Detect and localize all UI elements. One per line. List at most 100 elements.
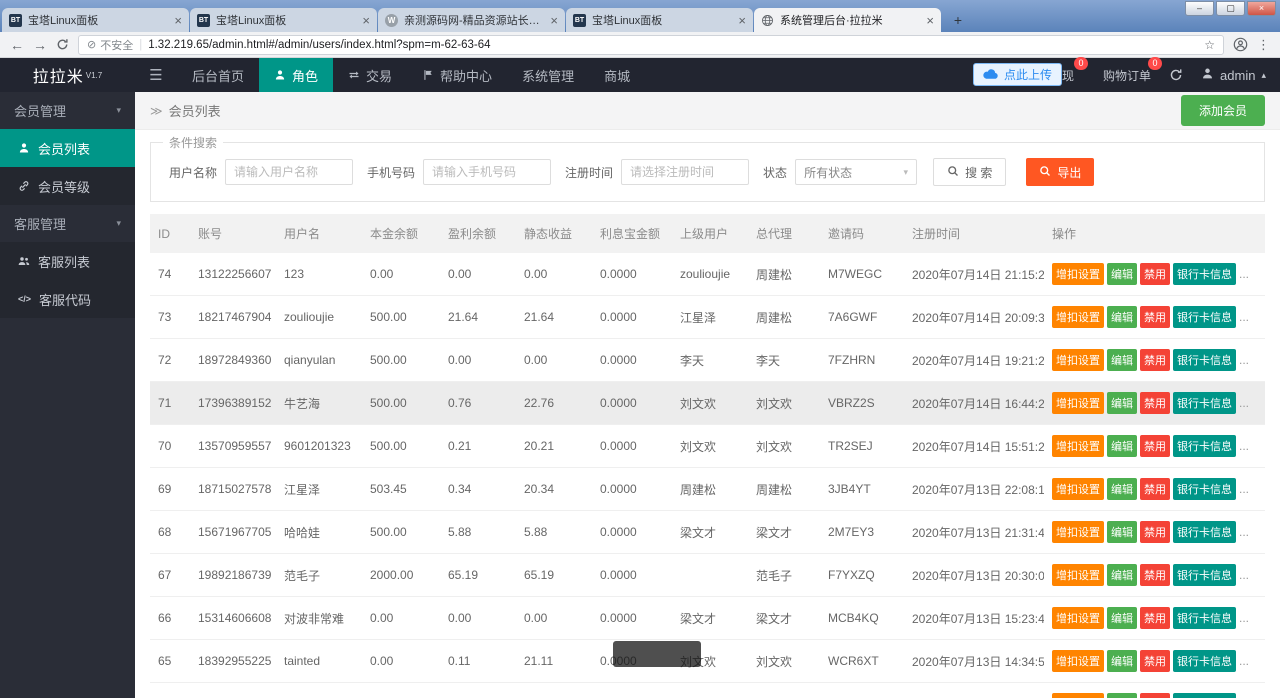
- adjust-balance-button[interactable]: 增扣设置: [1052, 478, 1104, 500]
- adjust-balance-button[interactable]: 增扣设置: [1052, 349, 1104, 371]
- sidebar-item[interactable]: 会员列表: [0, 129, 135, 167]
- disable-button[interactable]: 禁用: [1140, 607, 1170, 629]
- table-row[interactable]: 70135709595579601201323500.000.2120.210.…: [150, 425, 1265, 468]
- adjust-balance-button[interactable]: 增扣设置: [1052, 564, 1104, 586]
- table-row[interactable]: 6815671967705哈哈娃500.005.885.880.0000梁文才梁…: [150, 511, 1265, 554]
- bank-card-button[interactable]: 银行卡信息: [1173, 693, 1236, 698]
- disable-button[interactable]: 禁用: [1140, 435, 1170, 457]
- status-select[interactable]: 所有状态 ▾: [795, 159, 917, 185]
- edit-button[interactable]: 编辑: [1107, 607, 1137, 629]
- sidebar-item[interactable]: </>客服代码: [0, 280, 135, 318]
- edit-button[interactable]: 编辑: [1107, 263, 1137, 285]
- edit-button[interactable]: 编辑: [1107, 693, 1137, 698]
- edit-button[interactable]: 编辑: [1107, 435, 1137, 457]
- browser-tab[interactable]: 系统管理后台·拉拉米×: [754, 8, 941, 32]
- export-button[interactable]: 导出: [1026, 158, 1094, 186]
- minimize-button[interactable]: –: [1185, 1, 1214, 16]
- edit-button[interactable]: 编辑: [1107, 392, 1137, 414]
- admin-menu[interactable]: admin ▴: [1201, 67, 1266, 83]
- adjust-balance-button[interactable]: 增扣设置: [1052, 263, 1104, 285]
- tab-close-icon[interactable]: ×: [362, 14, 370, 27]
- edit-button[interactable]: 编辑: [1107, 306, 1137, 328]
- not-secure-indicator[interactable]: ⊘ 不安全: [87, 37, 133, 53]
- nav-item-mall[interactable]: 商城: [589, 58, 645, 92]
- adjust-balance-button[interactable]: 增扣设置: [1052, 392, 1104, 414]
- browser-menu-icon[interactable]: ⋮: [1257, 37, 1270, 53]
- regtime-input[interactable]: [621, 159, 749, 185]
- phone-input[interactable]: [423, 159, 551, 185]
- adjust-balance-button[interactable]: 增扣设置: [1052, 306, 1104, 328]
- tab-close-icon[interactable]: ×: [926, 14, 934, 27]
- forward-icon[interactable]: →: [33, 37, 47, 53]
- table-row[interactable]: 6417808956405xb1995060.000.000.000.0000周…: [150, 683, 1265, 698]
- browser-tab[interactable]: BT宝塔Linux面板×: [190, 8, 377, 32]
- edit-button[interactable]: 编辑: [1107, 521, 1137, 543]
- disable-button[interactable]: 禁用: [1140, 306, 1170, 328]
- nav-item-system[interactable]: 系统管理: [507, 58, 589, 92]
- table-row[interactable]: 6518392955225tainted0.000.1121.110.0000刘…: [150, 640, 1265, 683]
- edit-button[interactable]: 编辑: [1107, 564, 1137, 586]
- bank-card-button[interactable]: 银行卡信息: [1173, 564, 1236, 586]
- username-input[interactable]: [225, 159, 353, 185]
- maximize-button[interactable]: ▢: [1216, 1, 1245, 16]
- bank-card-button[interactable]: 银行卡信息: [1173, 478, 1236, 500]
- table-row[interactable]: 6918715027578江星泽503.450.3420.340.0000周建松…: [150, 468, 1265, 511]
- bank-card-button[interactable]: 银行卡信息: [1173, 650, 1236, 672]
- tab-close-icon[interactable]: ×: [174, 14, 182, 27]
- bank-card-button[interactable]: 银行卡信息: [1173, 306, 1236, 328]
- edit-button[interactable]: 编辑: [1107, 349, 1137, 371]
- upload-tooltip[interactable]: 点此上传: [973, 63, 1062, 86]
- table-row[interactable]: 6719892186739范毛子2000.0065.1965.190.0000范…: [150, 554, 1265, 597]
- disable-button[interactable]: 禁用: [1140, 564, 1170, 586]
- bank-card-button[interactable]: 银行卡信息: [1173, 263, 1236, 285]
- reload-icon[interactable]: [56, 38, 69, 51]
- nav-item-trade[interactable]: 交易: [333, 58, 407, 92]
- disable-button[interactable]: 禁用: [1140, 263, 1170, 285]
- profile-avatar-icon[interactable]: [1233, 37, 1248, 52]
- nav-item-home[interactable]: 后台首页: [177, 58, 259, 92]
- adjust-balance-button[interactable]: 增扣设置: [1052, 521, 1104, 543]
- browser-tab[interactable]: BT宝塔Linux面板×: [566, 8, 753, 32]
- sidebar-group-title[interactable]: 客服管理▾: [0, 205, 135, 242]
- back-icon[interactable]: ←: [10, 37, 24, 53]
- search-button[interactable]: 搜 索: [933, 158, 1006, 186]
- table-row[interactable]: 7218972849360qianyulan500.000.000.000.00…: [150, 339, 1265, 382]
- bank-card-button[interactable]: 银行卡信息: [1173, 349, 1236, 371]
- disable-button[interactable]: 禁用: [1140, 478, 1170, 500]
- refresh-icon[interactable]: [1169, 68, 1183, 82]
- nav-badge-item[interactable]: 购物订单0: [1103, 67, 1151, 84]
- bookmark-star-icon[interactable]: ☆: [1204, 38, 1215, 52]
- adjust-balance-button[interactable]: 增扣设置: [1052, 607, 1104, 629]
- table-row[interactable]: 74131222566071230.000.000.000.0000zoulio…: [150, 253, 1265, 296]
- browser-tab[interactable]: W亲测源码网-精品资源站长亲测×: [378, 8, 565, 32]
- app-logo[interactable]: 拉拉米V1.7: [0, 58, 135, 92]
- disable-button[interactable]: 禁用: [1140, 693, 1170, 698]
- browser-tab[interactable]: BT宝塔Linux面板×: [2, 8, 189, 32]
- disable-button[interactable]: 禁用: [1140, 349, 1170, 371]
- nav-item-roles[interactable]: 角色: [259, 58, 333, 92]
- tab-close-icon[interactable]: ×: [550, 14, 558, 27]
- bank-card-button[interactable]: 银行卡信息: [1173, 392, 1236, 414]
- bank-card-button[interactable]: 银行卡信息: [1173, 435, 1236, 457]
- table-row[interactable]: 7117396389152牛艺海500.000.7622.760.0000刘文欢…: [150, 382, 1265, 425]
- sidebar-group-title[interactable]: 会员管理▾: [0, 92, 135, 129]
- new-tab-button[interactable]: +: [946, 10, 970, 30]
- table-row[interactable]: 6615314606608对波非常难0.000.000.000.0000梁文才梁…: [150, 597, 1265, 640]
- hamburger-icon[interactable]: ☰: [135, 58, 177, 92]
- edit-button[interactable]: 编辑: [1107, 650, 1137, 672]
- add-member-button[interactable]: 添加会员: [1181, 95, 1265, 126]
- adjust-balance-button[interactable]: 增扣设置: [1052, 650, 1104, 672]
- close-button[interactable]: ×: [1247, 1, 1276, 16]
- disable-button[interactable]: 禁用: [1140, 521, 1170, 543]
- bank-card-button[interactable]: 银行卡信息: [1173, 607, 1236, 629]
- bank-card-button[interactable]: 银行卡信息: [1173, 521, 1236, 543]
- address-bar[interactable]: ⊘ 不安全 | 1.32.219.65/admin.html#/admin/us…: [78, 35, 1224, 55]
- sidebar-item[interactable]: 会员等级: [0, 167, 135, 205]
- nav-item-help[interactable]: 帮助中心: [407, 58, 507, 92]
- sidebar-item[interactable]: 客服列表: [0, 242, 135, 280]
- disable-button[interactable]: 禁用: [1140, 392, 1170, 414]
- tab-close-icon[interactable]: ×: [738, 14, 746, 27]
- edit-button[interactable]: 编辑: [1107, 478, 1137, 500]
- adjust-balance-button[interactable]: 增扣设置: [1052, 693, 1104, 698]
- table-row[interactable]: 7318217467904zoulioujie500.0021.6421.640…: [150, 296, 1265, 339]
